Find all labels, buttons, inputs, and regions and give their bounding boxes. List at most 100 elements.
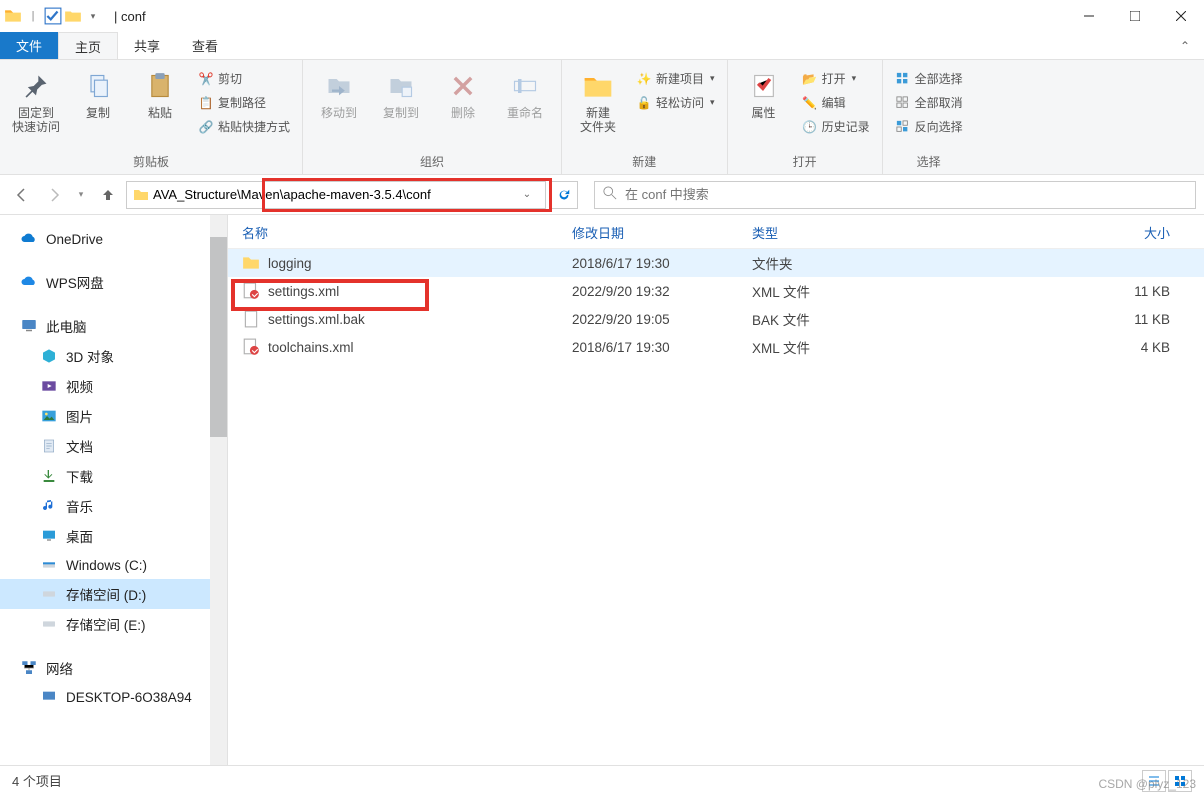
desktop-icon: [40, 527, 58, 545]
recent-locations-button[interactable]: ▾: [72, 181, 90, 209]
up-button[interactable]: [94, 181, 122, 209]
ribbon-tabs: 文件 主页 共享 查看 ⌃: [0, 32, 1204, 60]
sidebar-network[interactable]: 网络: [0, 653, 227, 683]
music-icon: [40, 497, 58, 515]
pin-icon: [18, 68, 54, 104]
sidebar-onedrive[interactable]: OneDrive: [0, 225, 227, 253]
back-button[interactable]: [8, 181, 36, 209]
address-dropdown[interactable]: ⌄: [515, 189, 539, 200]
group-clipboard: 固定到 快速访问 复制 粘贴 ✂️剪切 📋复制路径 🔗粘贴快捷方式 剪贴板: [0, 60, 303, 174]
open-button[interactable]: 📂打开▾: [798, 68, 874, 89]
address-bar[interactable]: AVA_Structure ⌄: [126, 181, 546, 209]
search-box[interactable]: [594, 181, 1196, 209]
drive-icon: [40, 556, 58, 574]
easy-access-button[interactable]: 🔓轻松访问▾: [632, 92, 719, 113]
copy-to-icon: [383, 68, 419, 104]
file-list-pane: 名称 修改日期 类型 大小 logging 2018/6/17 19:30 文件…: [228, 215, 1204, 765]
close-button[interactable]: [1158, 0, 1204, 32]
tab-home[interactable]: 主页: [58, 32, 118, 59]
sidebar-wps[interactable]: WPS网盘: [0, 267, 227, 297]
nav-pane: OneDrive WPS网盘 此电脑 3D 对象 视频 图片 文档 下载 音乐 …: [0, 215, 228, 765]
table-row[interactable]: settings.xml.bak 2022/9/20 19:05 BAK 文件 …: [228, 305, 1204, 333]
sidebar-c-drive[interactable]: Windows (C:): [0, 551, 227, 579]
maximize-button[interactable]: [1112, 0, 1158, 32]
address-bar-wrap: AVA_Structure ⌄: [126, 181, 546, 209]
edit-button[interactable]: ✏️编辑: [798, 92, 874, 113]
group-label: 选择: [891, 151, 967, 172]
copy-path-button[interactable]: 📋复制路径: [194, 92, 294, 113]
sidebar-downloads[interactable]: 下载: [0, 461, 227, 491]
arrow-right-icon: [46, 187, 62, 203]
tab-share[interactable]: 共享: [118, 32, 176, 59]
minimize-button[interactable]: [1066, 0, 1112, 32]
paste-button[interactable]: 粘贴: [132, 64, 188, 120]
search-icon: [603, 186, 617, 203]
group-label: 打开: [736, 151, 874, 172]
sidebar-pictures[interactable]: 图片: [0, 401, 227, 431]
move-to-button[interactable]: 移动到: [311, 64, 367, 120]
qat-dropdown-icon[interactable]: ▾: [84, 7, 102, 25]
folder-icon: [4, 7, 22, 25]
sidebar-videos[interactable]: 视频: [0, 371, 227, 401]
select-all-button[interactable]: 全部选择: [891, 68, 967, 89]
search-input[interactable]: [625, 187, 1187, 202]
address-input[interactable]: [237, 187, 515, 202]
pin-to-quick-access-button[interactable]: 固定到 快速访问: [8, 64, 64, 135]
sidebar-this-pc[interactable]: 此电脑: [0, 311, 227, 341]
select-none-icon: [895, 95, 911, 111]
rename-button[interactable]: 重命名: [497, 64, 553, 120]
sidebar-remote-pc[interactable]: DESKTOP-6O38A94: [0, 683, 227, 711]
select-none-button[interactable]: 全部取消: [891, 92, 967, 113]
body: OneDrive WPS网盘 此电脑 3D 对象 视频 图片 文档 下载 音乐 …: [0, 215, 1204, 765]
new-folder-button[interactable]: 新建 文件夹: [570, 64, 626, 135]
group-organize: 移动到 复制到 删除 重命名 组织: [303, 60, 562, 174]
copy-button[interactable]: 复制: [70, 64, 126, 120]
arrow-left-icon: [14, 187, 30, 203]
cut-button[interactable]: ✂️剪切: [194, 68, 294, 89]
new-item-button[interactable]: ✨新建项目▾: [632, 68, 719, 89]
chevron-down-icon: ▾: [710, 97, 715, 108]
window-title: | conf: [114, 9, 146, 24]
video-icon: [40, 377, 58, 395]
download-icon: [40, 467, 58, 485]
sidebar-d-drive[interactable]: 存储空间 (D:): [0, 579, 227, 609]
table-row[interactable]: toolchains.xml 2018/6/17 19:30 XML 文件 4 …: [228, 333, 1204, 361]
xml-file-icon: [242, 282, 260, 300]
table-row[interactable]: settings.xml 2022/9/20 19:32 XML 文件 11 K…: [228, 277, 1204, 305]
sidebar-desktop[interactable]: 桌面: [0, 521, 227, 551]
properties-icon: [746, 68, 782, 104]
col-name[interactable]: 名称: [242, 223, 572, 242]
arrow-up-icon: [100, 187, 116, 203]
folder-small-icon[interactable]: [64, 7, 82, 25]
chevron-down-icon: ▾: [710, 73, 715, 84]
col-type[interactable]: 类型: [752, 223, 902, 242]
folder-icon: [133, 187, 149, 203]
copy-to-button[interactable]: 复制到: [373, 64, 429, 120]
drive-icon: [40, 615, 58, 633]
col-modified[interactable]: 修改日期: [572, 223, 752, 242]
sidebar-music[interactable]: 音乐: [0, 491, 227, 521]
ribbon-collapse-button[interactable]: ⌃: [1166, 32, 1204, 59]
history-button[interactable]: 🕒历史记录: [798, 116, 874, 137]
delete-button[interactable]: 删除: [435, 64, 491, 120]
cube-icon: [40, 347, 58, 365]
checkbox-icon[interactable]: [44, 7, 62, 25]
group-label: 新建: [570, 151, 719, 172]
invert-selection-button[interactable]: 反向选择: [891, 116, 967, 137]
window-controls: [1066, 0, 1204, 32]
col-size[interactable]: 大小: [902, 223, 1190, 242]
sidebar-scroll-thumb[interactable]: [210, 237, 227, 437]
network-icon: [20, 659, 38, 677]
refresh-button[interactable]: [550, 181, 578, 209]
folder-icon: [242, 254, 260, 272]
paste-shortcut-button[interactable]: 🔗粘贴快捷方式: [194, 116, 294, 137]
group-label: 组织: [311, 151, 553, 172]
properties-button[interactable]: 属性: [736, 64, 792, 120]
sidebar-documents[interactable]: 文档: [0, 431, 227, 461]
sidebar-e-drive[interactable]: 存储空间 (E:): [0, 609, 227, 639]
table-row[interactable]: logging 2018/6/17 19:30 文件夹: [228, 249, 1204, 277]
tab-view[interactable]: 查看: [176, 32, 234, 59]
forward-button[interactable]: [40, 181, 68, 209]
sidebar-3d-objects[interactable]: 3D 对象: [0, 341, 227, 371]
tab-file[interactable]: 文件: [0, 32, 58, 59]
